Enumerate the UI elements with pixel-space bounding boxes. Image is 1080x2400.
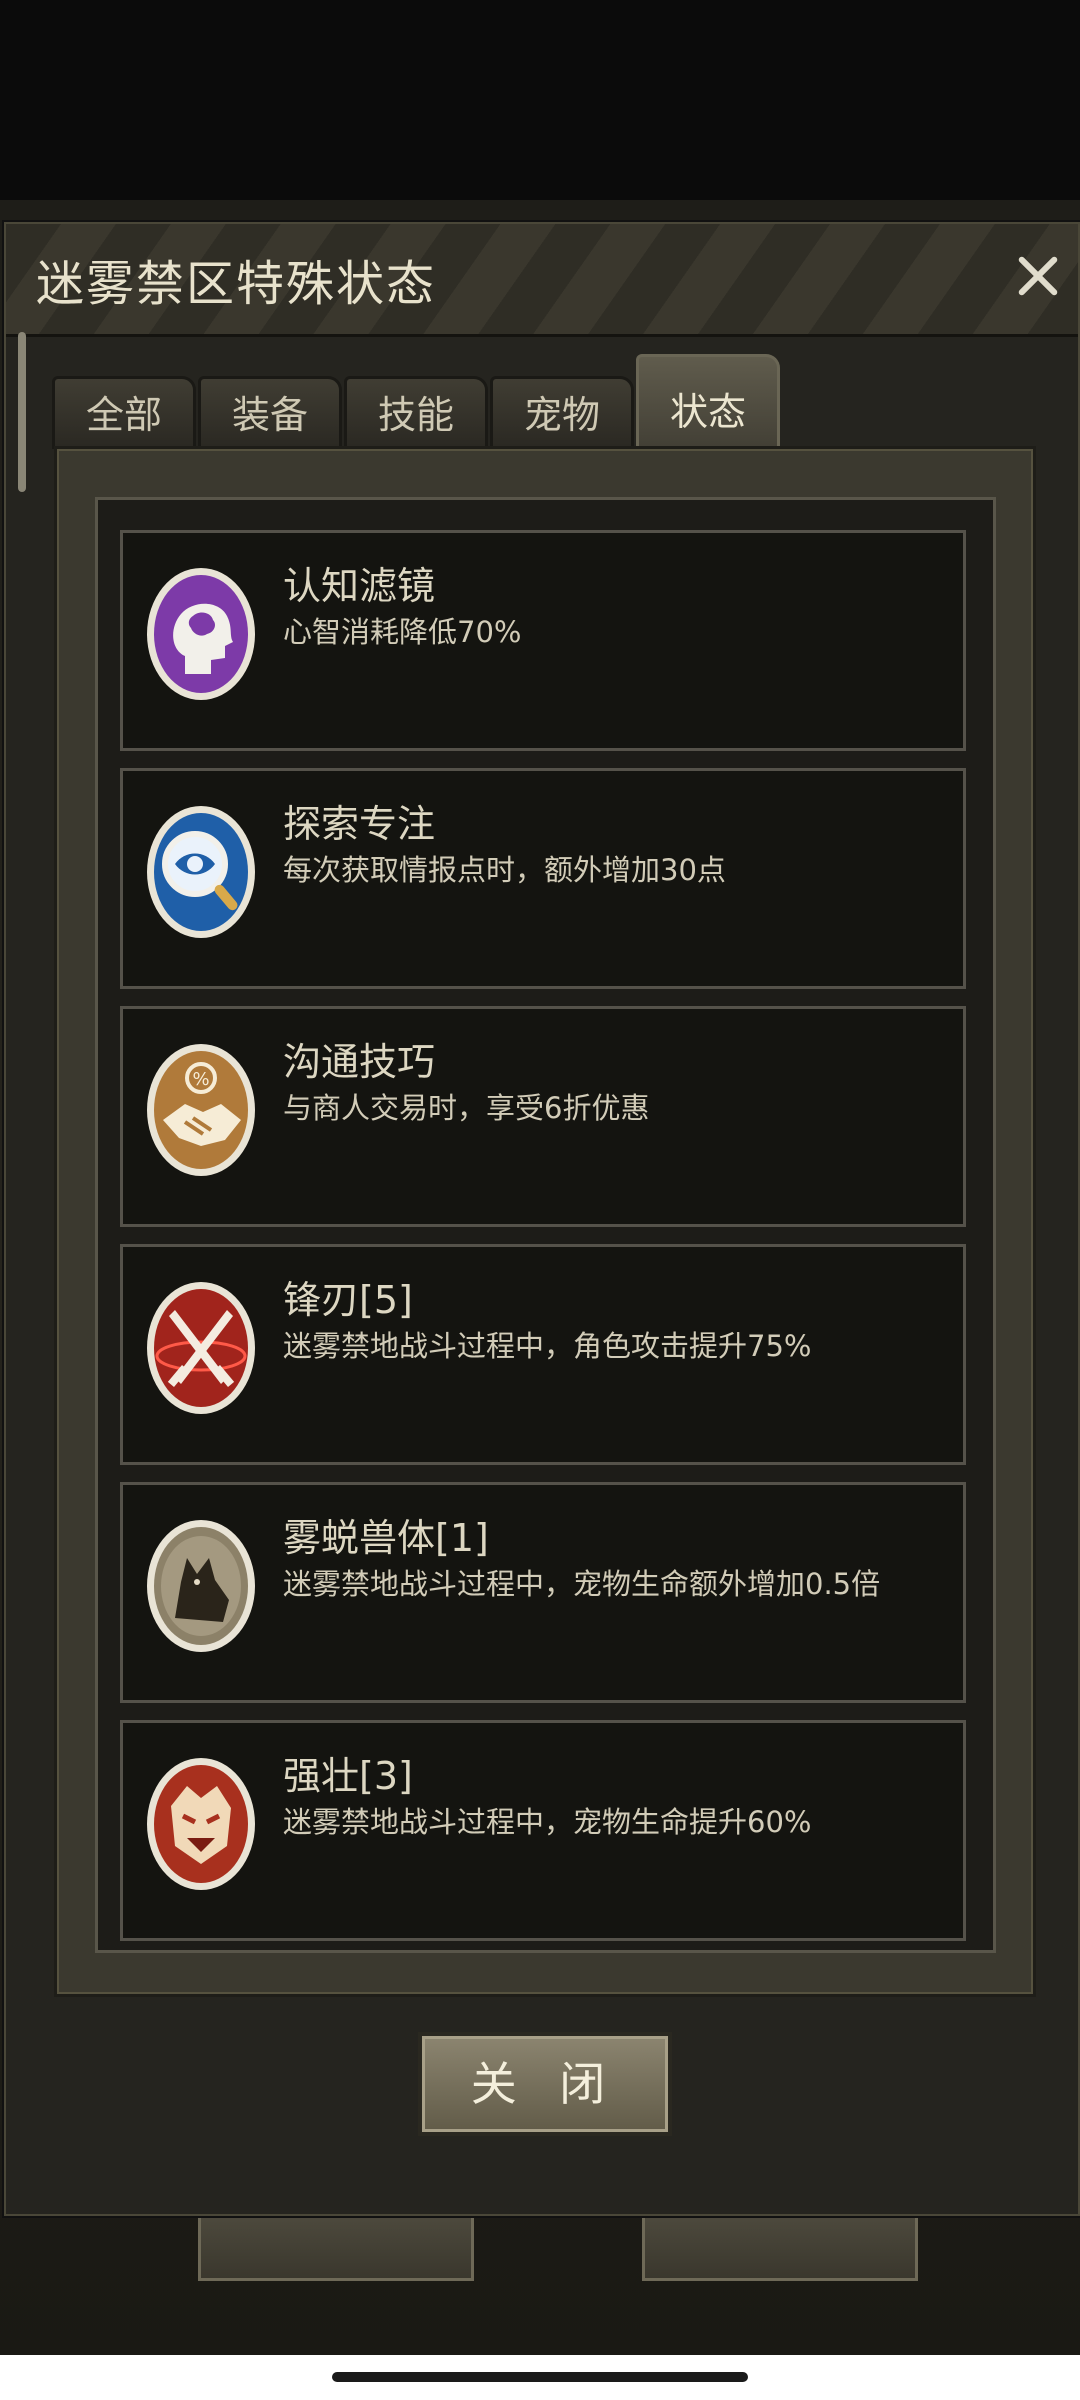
- list-item: 雾蜕兽体[1] 迷雾禁地战斗过程中，宠物生命额外增加0.5倍: [120, 1482, 966, 1703]
- svg-text:%: %: [192, 1069, 209, 1090]
- item-name: 探索专注: [283, 802, 436, 846]
- tab-bar: 全部 装备 技能 宠物 状态: [52, 354, 1052, 449]
- item-name: 锋刃[5]: [283, 1278, 413, 1322]
- wolf-beast-icon: [147, 1520, 255, 1652]
- item-desc: 迷雾禁地战斗过程中，宠物生命额外增加0.5倍: [283, 1567, 881, 1601]
- list-item: 强壮[3] 迷雾禁地战斗过程中，宠物生命提升60%: [120, 1720, 966, 1941]
- tab-equipment[interactable]: 装备: [198, 376, 342, 449]
- list-item: % 沟通技巧 与商人交易时，享受6折优惠: [120, 1006, 966, 1227]
- list-item: 认知滤镜 心智消耗降低70%: [120, 530, 966, 751]
- item-desc: 迷雾禁地战斗过程中，角色攻击提升75%: [283, 1329, 812, 1363]
- tab-status[interactable]: 状态: [636, 354, 780, 449]
- handshake-discount-icon: %: [147, 1044, 255, 1176]
- item-name: 强壮[3]: [283, 1754, 413, 1798]
- eye-magnifier-icon: [147, 806, 255, 938]
- home-indicator[interactable]: [332, 2372, 748, 2382]
- crossed-swords-icon: [147, 1282, 255, 1414]
- status-panel: 认知滤镜 心智消耗降低70% 探索专注 每次获取情报点时，额外增加30点 % 沟…: [54, 446, 1036, 1997]
- tab-all[interactable]: 全部: [52, 376, 196, 449]
- close-button[interactable]: 关 闭: [418, 2032, 672, 2136]
- beast-roar-icon: [147, 1758, 255, 1890]
- scroll-indicator: [18, 332, 26, 492]
- dialog-title: 迷雾禁区特殊状态: [36, 256, 437, 312]
- item-desc: 心智消耗降低70%: [283, 615, 522, 649]
- brain-head-icon: [147, 568, 255, 700]
- item-desc: 与商人交易时，享受6折优惠: [283, 1091, 650, 1125]
- tab-pets[interactable]: 宠物: [490, 376, 634, 449]
- item-name: 认知滤镜: [283, 564, 436, 608]
- item-desc: 迷雾禁地战斗过程中，宠物生命提升60%: [283, 1805, 812, 1839]
- list-item: 锋刃[5] 迷雾禁地战斗过程中，角色攻击提升75%: [120, 1244, 966, 1465]
- close-icon[interactable]: [1006, 244, 1070, 308]
- home-indicator-bar: [0, 2355, 1080, 2400]
- special-status-dialog: 迷雾禁区特殊状态 全部 装备 技能 宠物 状态 认知滤镜 心智消耗降低70% 探…: [4, 222, 1080, 2216]
- dialog-header: 迷雾禁区特殊状态: [6, 224, 1078, 337]
- item-desc: 每次获取情报点时，额外增加30点: [283, 853, 726, 887]
- status-list[interactable]: 认知滤镜 心智消耗降低70% 探索专注 每次获取情报点时，额外增加30点 % 沟…: [95, 497, 996, 1953]
- item-name: 沟通技巧: [283, 1040, 436, 1084]
- list-item: 探索专注 每次获取情报点时，额外增加30点: [120, 768, 966, 989]
- item-name: 雾蜕兽体[1]: [283, 1516, 489, 1560]
- tab-skills[interactable]: 技能: [344, 376, 488, 449]
